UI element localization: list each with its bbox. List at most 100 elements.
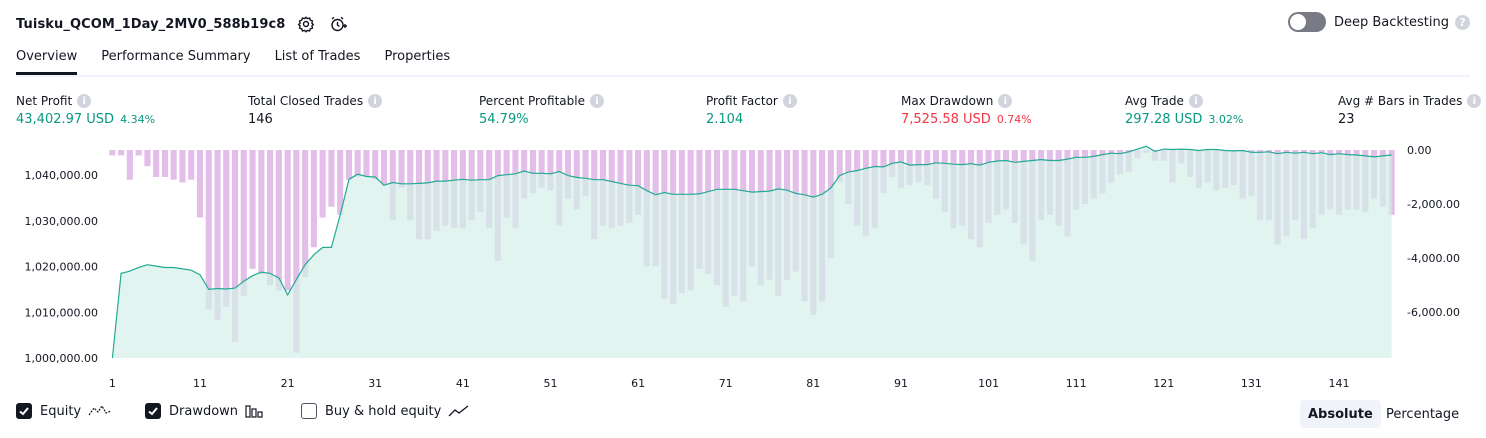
legend-drawdown[interactable]: Drawdown: [145, 403, 266, 419]
metric-percent: 0.74%: [996, 113, 1032, 126]
x-axis-tick: 31: [368, 377, 382, 390]
metric-net-profit: Net Profit i 43,402.97 USD 4.34%: [16, 94, 155, 127]
drawdown-bar: [240, 150, 247, 296]
drawdown-bar: [153, 150, 160, 177]
metric-percent-profitable: Percent Profitable i 54.79%: [479, 94, 604, 127]
metric-label: Avg # Bars in Trades: [1338, 94, 1463, 108]
left-axis: 1,000,000.00 1,010,000.00 1,020,000.00 1,03…: [25, 169, 98, 365]
absolute-button[interactable]: Absolute: [1300, 400, 1381, 428]
right-axis-tick: -6,000.00: [1407, 306, 1460, 319]
drawdown-bar: [310, 150, 317, 248]
drawdown-bar: [118, 150, 125, 156]
drawdown-bar: [345, 150, 352, 180]
tab-overview[interactable]: Overview: [16, 44, 78, 75]
drawdown-bar: [363, 150, 370, 177]
x-axis-tick: 71: [719, 377, 733, 390]
equity-label: Equity: [40, 403, 82, 419]
tab-list-of-trades[interactable]: List of Trades: [275, 44, 361, 73]
drawdown-bar: [267, 150, 274, 286]
info-icon[interactable]: i: [998, 94, 1013, 108]
metric-label: Profit Factor: [706, 94, 778, 108]
info-icon[interactable]: i: [589, 94, 604, 108]
metric-label: Max Drawdown: [901, 94, 994, 108]
metric-value: 7,525.58 USD: [901, 112, 991, 127]
x-axis-tick: 51: [544, 377, 558, 390]
drawdown-bar: [161, 150, 168, 177]
tab-bar: Overview Performance Summary List of Tra…: [16, 44, 1470, 77]
drawdown-bar: [223, 150, 230, 307]
x-axis-tick: 121: [1153, 377, 1174, 390]
metric-max-drawdown: Max Drawdown i 7,525.58 USD 0.74%: [901, 94, 1032, 127]
metric-value: 43,402.97 USD: [16, 112, 115, 127]
drawdown-bar: [196, 150, 203, 218]
x-axis-tick: 91: [894, 377, 908, 390]
left-axis-tick: 1,000,000.00: [25, 352, 98, 365]
buy-hold-label: Buy & hold equity: [325, 403, 442, 419]
drawdown-bar: [249, 150, 256, 269]
drawdown-bar: [179, 150, 186, 183]
x-axis-tick: 41: [456, 377, 470, 390]
drawdown-bar: [319, 150, 326, 218]
tab-properties[interactable]: Properties: [384, 44, 450, 73]
drawdown-bar: [328, 150, 335, 207]
info-icon[interactable]: i: [77, 94, 92, 108]
toggle-knob: [1289, 14, 1306, 30]
drawdown-bar: [380, 150, 387, 186]
drawdown-bar: [188, 150, 195, 180]
drawdown-bar: [258, 150, 265, 275]
metric-value: 54.79%: [479, 112, 529, 127]
legend-buy-hold[interactable]: Buy & hold equity: [301, 403, 471, 419]
drawdown-bar: [284, 150, 291, 291]
right-axis-tick: 0.00: [1407, 144, 1432, 157]
drawdown-bar: [302, 150, 309, 277]
right-axis: 0.00 -2,000.00 -4,000.00 -6,000.00: [1407, 144, 1460, 319]
drawdown-bar: [275, 150, 282, 291]
settings-icon[interactable]: [295, 13, 317, 35]
metric-label: Avg Trade: [1125, 94, 1184, 108]
drawdown-bar: [170, 150, 177, 180]
metric-avg-bars-in-trades: Avg # Bars in Trades i 23: [1338, 94, 1482, 127]
drawdown-bars-icon: [244, 403, 266, 419]
info-icon[interactable]: i: [782, 94, 797, 108]
drawdown-bar: [126, 150, 133, 180]
left-axis-tick: 1,040,000.00: [25, 169, 98, 182]
equity-line-icon: [87, 403, 113, 419]
deep-backtesting-toggle[interactable]: [1287, 12, 1326, 32]
info-icon[interactable]: i: [368, 94, 383, 108]
drawdown-bar: [354, 150, 361, 177]
x-axis-tick: 11: [193, 377, 207, 390]
drawdown-checkbox[interactable]: [145, 403, 161, 419]
right-axis-tick: -4,000.00: [1407, 252, 1460, 265]
info-icon[interactable]: i: [1188, 94, 1203, 108]
help-icon[interactable]: ?: [1455, 14, 1470, 30]
metric-label: Net Profit: [16, 94, 73, 108]
legend-equity[interactable]: Equity: [16, 403, 113, 419]
metric-value: 23: [1338, 112, 1355, 127]
x-axis: 1 11 21 31 41 51 61 71 81 91 101 111 121 131 141: [109, 377, 1350, 390]
left-axis-tick: 1,030,000.00: [25, 215, 98, 228]
buy-hold-checkbox[interactable]: [301, 403, 317, 419]
x-axis-tick: 111: [1066, 377, 1087, 390]
tab-performance-summary[interactable]: Performance Summary: [101, 44, 250, 73]
alarm-clock-add-icon[interactable]: [327, 13, 349, 35]
x-axis-tick: 61: [631, 377, 645, 390]
right-axis-tick: -2,000.00: [1407, 198, 1460, 211]
equity-checkbox[interactable]: [16, 403, 32, 419]
metric-avg-trade: Avg Trade i 297.28 USD 3.02%: [1125, 94, 1243, 127]
equity-drawdown-chart[interactable]: 1,000,000.00 1,010,000.00 1,020,000.00 1,03…: [0, 140, 1486, 395]
metric-value: 2.104: [706, 112, 744, 127]
deep-backtesting: Deep Backtesting ?: [1287, 12, 1470, 32]
metric-value: 297.28 USD: [1125, 112, 1203, 127]
percentage-button[interactable]: Percentage: [1378, 400, 1467, 428]
drawdown-label: Drawdown: [169, 403, 239, 419]
metric-label: Percent Profitable: [479, 94, 585, 108]
drawdown-bar: [135, 150, 142, 156]
x-axis-tick: 21: [281, 377, 295, 390]
strategy-title: Tuisku_QCOM_1Day_2MV0_588b19c8: [16, 16, 286, 32]
metric-percent: 3.02%: [1208, 113, 1244, 126]
x-axis-tick: 101: [978, 377, 999, 390]
buy-hold-line-icon: [447, 403, 471, 419]
info-icon[interactable]: i: [1467, 94, 1482, 108]
deep-backtesting-label: Deep Backtesting: [1333, 14, 1449, 30]
x-axis-tick: 131: [1241, 377, 1262, 390]
